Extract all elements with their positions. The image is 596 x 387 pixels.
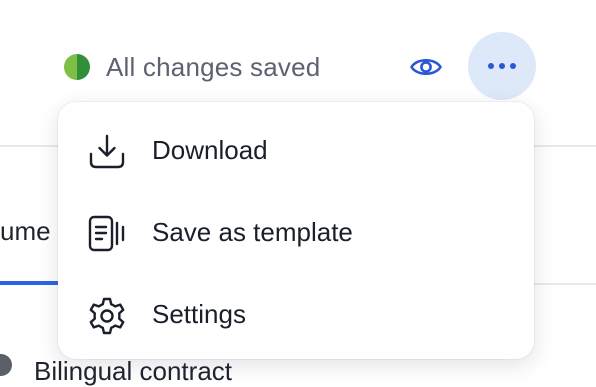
document-title[interactable]: Bilingual contract xyxy=(34,356,232,387)
menu-item-settings[interactable]: Settings xyxy=(58,284,534,344)
save-status-indicator-icon xyxy=(64,54,90,80)
download-icon xyxy=(89,134,125,169)
more-horizontal-icon xyxy=(488,63,516,69)
more-options-menu: Download Save as template Settings xyxy=(58,102,534,359)
tab-documents[interactable]: ume xyxy=(0,216,51,247)
more-options-button[interactable] xyxy=(468,32,536,100)
eye-icon xyxy=(410,58,442,76)
menu-item-save-as-template[interactable]: Save as template xyxy=(58,202,534,262)
save-status: All changes saved xyxy=(64,52,320,82)
active-tab-indicator xyxy=(0,281,62,285)
menu-item-label: Save as template xyxy=(152,216,353,247)
save-status-text: All changes saved xyxy=(106,51,321,82)
template-icon xyxy=(88,215,125,252)
gear-icon xyxy=(89,297,125,335)
preview-button[interactable] xyxy=(406,48,446,86)
avatar xyxy=(0,354,12,376)
menu-item-label: Download xyxy=(152,134,268,165)
menu-item-label: Settings xyxy=(152,298,246,329)
menu-item-download[interactable]: Download xyxy=(58,120,534,180)
